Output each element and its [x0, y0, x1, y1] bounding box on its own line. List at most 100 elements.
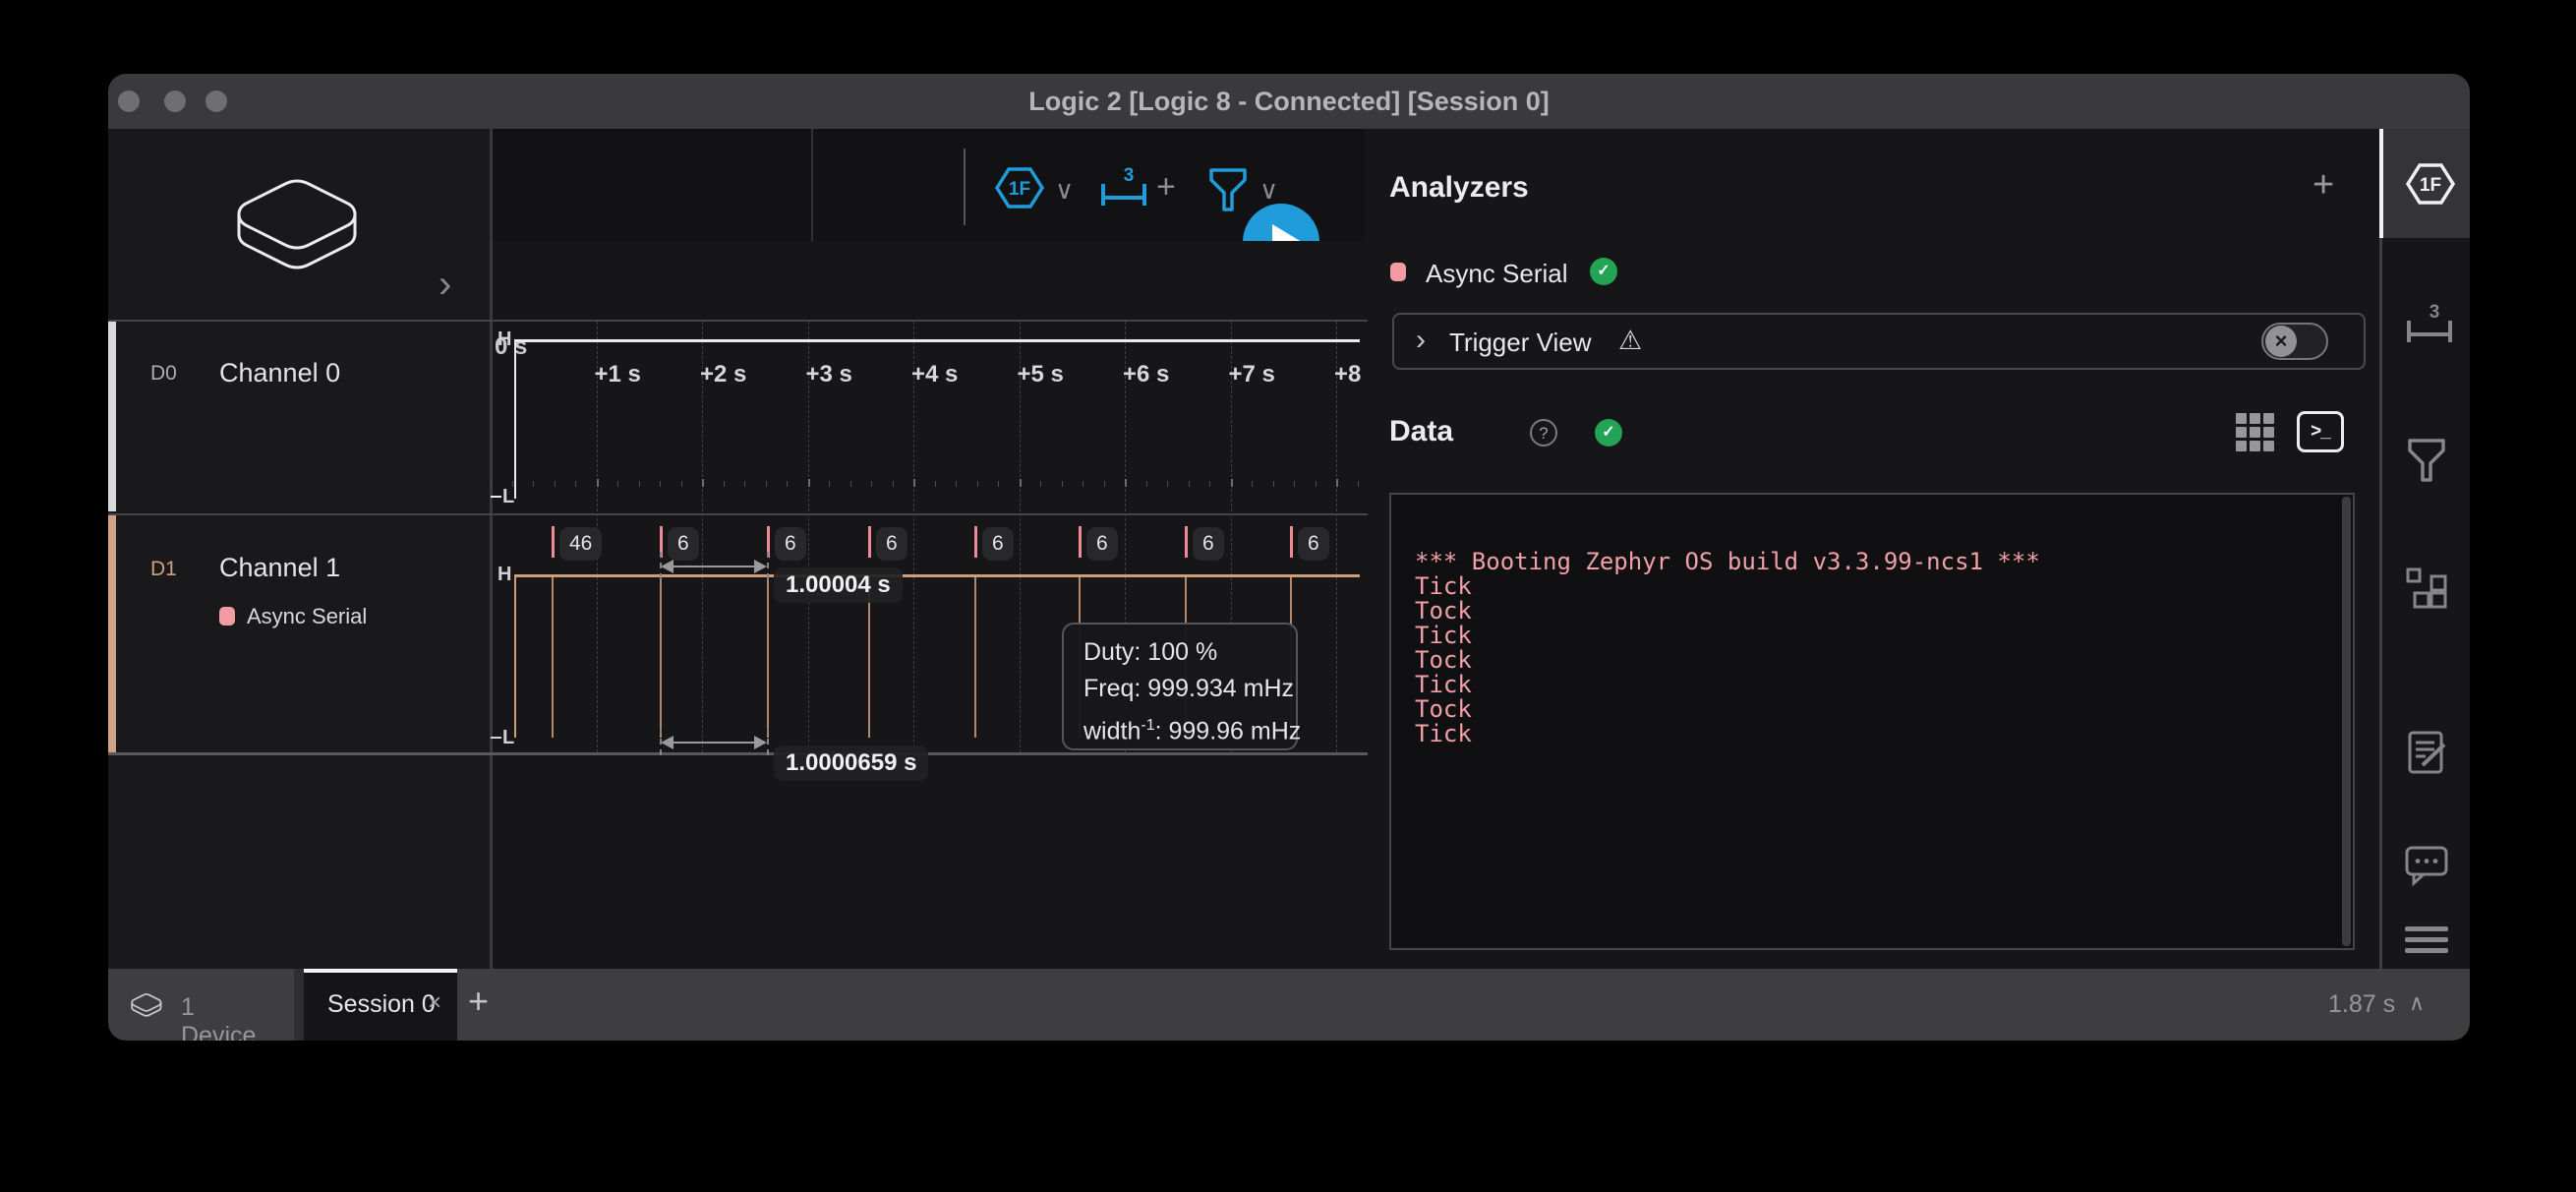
- sidebar-active-indicator: [2379, 129, 2383, 238]
- measure-guide: [767, 552, 769, 579]
- help-icon[interactable]: ?: [1530, 419, 1557, 447]
- timeline-minor-tick: [935, 481, 936, 487]
- timeline-minor-tick: [787, 481, 788, 487]
- timeline-minor-tick: [1167, 481, 1168, 487]
- timeline-minor-tick: [893, 481, 894, 487]
- timeline-major-tick: [1231, 479, 1233, 487]
- frame-start-tick: [974, 526, 977, 558]
- terminal-scrollbar[interactable]: [2342, 497, 2351, 946]
- analyzer-item-async-serial[interactable]: Async Serial ✓: [1389, 256, 2363, 299]
- serial-pulse: [660, 576, 662, 738]
- measure-guide: [767, 728, 769, 755]
- channel0-high-trace: [514, 339, 1360, 342]
- add-measurement-button[interactable]: +: [1156, 170, 1176, 204]
- sidebar-feedback-chat-icon[interactable]: [2405, 844, 2448, 887]
- data-success-check-icon: ✓: [1595, 419, 1622, 447]
- trigger-dropdown[interactable]: ∨: [1206, 166, 1250, 218]
- channel1-analyzer-label[interactable]: Async Serial: [247, 604, 367, 629]
- chevron-right-icon[interactable]: ›: [1416, 326, 1426, 355]
- svg-text:3: 3: [1124, 166, 1135, 186]
- trigger-view-row[interactable]: › Trigger View ⚠ ×: [1392, 313, 2366, 370]
- channel0-name[interactable]: Channel 0: [219, 358, 340, 388]
- channel1-analyzer-dot: [219, 607, 235, 626]
- analyzer-color-dot: [1390, 263, 1406, 281]
- timeline-minor-tick: [555, 481, 556, 487]
- terminal-line: Tock: [1415, 648, 2329, 673]
- device-count-label: 1 Device: [181, 993, 256, 1041]
- channel-row-d1[interactable]: D1 Channel 1 Async Serial: [108, 513, 490, 752]
- measure-arrow: [663, 742, 764, 744]
- timeline-minor-tick: [744, 481, 745, 487]
- trigger-view-toggle[interactable]: ×: [2261, 323, 2328, 360]
- measure-guide: [660, 728, 662, 755]
- row-separator: [108, 320, 1368, 322]
- timeline-minor-tick: [871, 481, 872, 487]
- session-tab[interactable]: Session 0 ×: [304, 969, 457, 1041]
- terminal-line: Tick: [1415, 673, 2329, 697]
- sidebar-trigger-icon[interactable]: [2405, 437, 2448, 484]
- channel-row-d0[interactable]: D0 Channel 0: [108, 320, 490, 513]
- chevron-down-icon: ∨: [1259, 177, 1278, 203]
- channel0-edge-trace: [514, 339, 516, 499]
- measurement-label-top[interactable]: 1.00004 s: [774, 567, 903, 603]
- chevron-up-icon[interactable]: ∧: [2409, 990, 2425, 1016]
- device-hexagon-icon: 1F: [994, 165, 1045, 210]
- timeline-tick-label: +5 s: [1018, 361, 1064, 388]
- frame-start-tick: [1079, 526, 1082, 558]
- timeline-minor-tick: [1358, 481, 1359, 487]
- timeline-minor-tick: [829, 481, 830, 487]
- measurement-label-bottom[interactable]: 1.0000659 s: [774, 745, 928, 781]
- toggle-knob-off: ×: [2265, 326, 2297, 357]
- channel1-name[interactable]: Channel 1: [219, 553, 340, 583]
- arrow-head-right: [754, 560, 767, 573]
- arrow-head-right: [754, 736, 767, 749]
- toolbar-divider: [964, 149, 966, 225]
- bottom-bar: 1 Device ∨ Session 0 × + 1.87 s ∧: [108, 969, 2470, 1041]
- device-count-dropdown[interactable]: 1 Device ∨: [124, 986, 169, 1029]
- sidebar-menu-icon[interactable]: [2405, 926, 2448, 953]
- close-tab-icon[interactable]: ×: [428, 989, 441, 1017]
- channel1-low-marker: L: [502, 727, 514, 749]
- sidebar-measurements-icon[interactable]: 3: [2405, 303, 2454, 346]
- channel1-low-dash: [491, 737, 501, 739]
- terminal-view-icon[interactable]: >_: [2297, 411, 2344, 452]
- timeline-ruler[interactable]: [493, 241, 1365, 320]
- channel0-low-dash: [491, 496, 501, 498]
- arrow-head-left: [661, 560, 673, 573]
- frame-start-tick: [868, 526, 871, 558]
- trigger-view-label: Trigger View: [1449, 328, 1592, 358]
- sidebar-notes-icon[interactable]: [2405, 730, 2450, 775]
- channel1-edge-trace: [514, 574, 516, 738]
- timeline-minor-tick: [1040, 481, 1041, 487]
- add-analyzer-button[interactable]: +: [2313, 164, 2334, 207]
- timeline-tick-label: +8: [1334, 361, 1361, 388]
- timeline-major-tick: [1125, 479, 1127, 487]
- device-settings-dropdown[interactable]: 1F ∨: [994, 165, 1045, 215]
- sidebar-analyzers-icon[interactable]: [2405, 566, 2448, 610]
- frame-start-tick: [552, 526, 555, 558]
- capture-duration[interactable]: 1.87 s: [2328, 990, 2395, 1019]
- tooltip-row: Duty: 100 %: [1083, 634, 1296, 671]
- analyzer-name: Async Serial: [1426, 259, 1568, 289]
- app-window: Logic 2 [Logic 8 - Connected] [Session 0…: [108, 74, 2470, 1041]
- frame-start-tick: [1185, 526, 1188, 558]
- measurements-tool[interactable]: 3 +: [1099, 166, 1148, 214]
- device-panel[interactable]: ›: [108, 129, 490, 320]
- timeline-minor-tick: [1062, 481, 1063, 487]
- channel1-high-trace: [514, 574, 1360, 577]
- table-view-icon[interactable]: [2236, 413, 2274, 451]
- new-session-button[interactable]: +: [468, 981, 489, 1022]
- channel0-low-marker: L: [502, 486, 514, 508]
- device-panel-expand-chevron[interactable]: ›: [439, 265, 451, 304]
- terminal-output[interactable]: *** Booting Zephyr OS build v3.3.99-ncs1…: [1389, 493, 2355, 950]
- trigger-funnel-icon: [1206, 166, 1250, 213]
- channel1-high-marker: H: [498, 564, 511, 586]
- channel0-high-marker: H: [498, 328, 511, 351]
- sidebar-device-hexagon-icon[interactable]: 1F: [2405, 161, 2456, 207]
- terminal-line: Tick: [1415, 574, 2329, 599]
- device-icon: [206, 163, 388, 286]
- channel0-id: D0: [150, 362, 177, 386]
- svg-text:1F: 1F: [1009, 179, 1030, 200]
- serial-pulse: [974, 576, 976, 738]
- analyzer-success-check-icon: ✓: [1590, 258, 1617, 285]
